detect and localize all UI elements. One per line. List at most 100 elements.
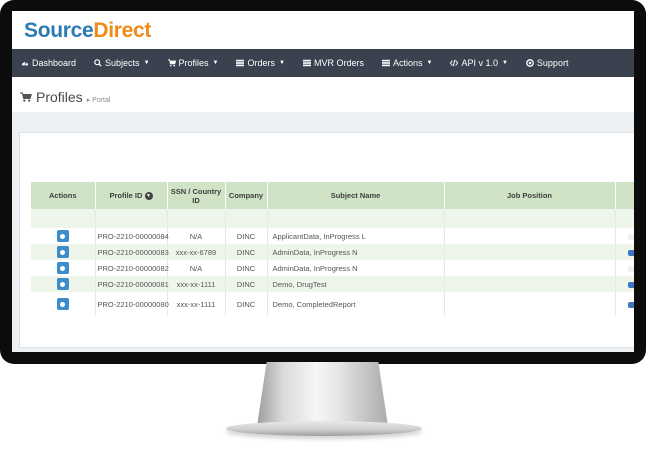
nav-actions[interactable]: Actions ▼ <box>373 49 441 77</box>
nav-orders[interactable]: Orders ▼ <box>227 49 293 77</box>
col-header-profile-id[interactable]: Profile ID ▼ <box>95 182 168 209</box>
row-status-button[interactable] <box>628 233 634 240</box>
company-cell: DINC <box>225 244 268 260</box>
view-icon <box>60 249 66 255</box>
nav-label: Orders <box>247 58 275 68</box>
brand-logo[interactable]: SourceDirect <box>24 19 151 43</box>
subject-cell: ApplicantData, InProgress L <box>267 228 445 244</box>
subject-cell: Demo, DrugTest <box>267 276 445 292</box>
nav-mvr-orders[interactable]: MVR Orders <box>294 49 373 77</box>
filter-cell[interactable] <box>167 209 226 228</box>
monitor-stand-base <box>226 421 422 436</box>
col-header-actions: Actions <box>31 182 96 209</box>
view-icon <box>60 233 66 239</box>
nav-support[interactable]: Support <box>517 49 578 77</box>
nav-label: Profiles <box>178 58 209 68</box>
filter-row <box>31 209 634 228</box>
cut-cell <box>615 228 634 244</box>
code-icon <box>450 59 459 67</box>
job-cell <box>444 260 616 276</box>
page-title: Profiles <box>36 89 83 105</box>
company-cell: DINC <box>225 260 268 276</box>
cut-cell <box>615 276 634 292</box>
job-cell <box>444 244 616 260</box>
company-cell: DINC <box>225 276 268 292</box>
subject-cell: Demo, CompletedReport <box>267 292 445 316</box>
row-status-button[interactable] <box>628 249 634 256</box>
search-icon <box>94 59 102 67</box>
profiles-table: Actions Profile ID ▼ SSN / Country ID Co… <box>31 182 634 316</box>
company-cell: DINC <box>225 228 268 244</box>
list-icon <box>302 59 311 67</box>
view-icon <box>60 301 66 307</box>
profile-id-cell[interactable]: PRO-2210-00000080 <box>95 292 169 316</box>
profile-id-cell[interactable]: PRO-2210-00000084 <box>95 228 169 244</box>
actions-cell <box>31 292 96 316</box>
caret-down-icon: ▼ <box>279 60 285 66</box>
row-action-button[interactable] <box>56 246 69 258</box>
filter-cell[interactable] <box>95 209 168 228</box>
ssn-cell: N/A <box>167 260 226 276</box>
subject-cell: AdminData, InProgress N <box>267 260 445 276</box>
cut-cell <box>615 244 634 260</box>
row-status-button[interactable] <box>628 301 634 308</box>
row-action-button[interactable] <box>56 298 69 310</box>
ssn-cell: N/A <box>167 228 226 244</box>
col-header-ssn: SSN / Country ID <box>167 182 226 209</box>
monitor-stand-neck <box>257 362 388 424</box>
page-subtitle: ▸ Portal <box>86 97 111 104</box>
list-icon <box>381 59 390 67</box>
actions-cell <box>31 244 96 260</box>
job-cell <box>444 228 616 244</box>
ssn-cell: xxx-xx-1111 <box>167 276 226 292</box>
nav-api[interactable]: API v 1.0 ▼ <box>441 49 516 77</box>
nav-label: Actions <box>392 58 423 68</box>
actions-cell <box>31 228 96 244</box>
row-status-button[interactable] <box>628 281 634 288</box>
view-icon <box>60 265 66 271</box>
row-action-button[interactable] <box>56 230 69 242</box>
caret-down-icon: ▼ <box>426 60 433 66</box>
nav-label: MVR Orders <box>313 58 364 68</box>
nav-label: Subjects <box>105 58 140 68</box>
table-row[interactable]: PRO-2210-00000083 xxx-xx-6789 DINC Admin… <box>31 244 634 260</box>
caret-down-icon: ▼ <box>501 60 508 66</box>
nav-label: Support <box>536 58 569 68</box>
sort-down-icon[interactable]: ▼ <box>144 192 153 200</box>
logo-text-direct: Direct <box>93 19 152 42</box>
profile-id-cell[interactable]: PRO-2210-00000081 <box>95 276 169 292</box>
dashboard-icon <box>21 61 29 66</box>
filter-cell <box>31 209 96 228</box>
cut-cell <box>615 292 634 316</box>
filter-cell[interactable] <box>267 209 445 228</box>
profile-id-cell[interactable]: PRO-2210-00000083 <box>95 244 169 260</box>
cut-cell <box>615 260 634 276</box>
page-header: Profiles ▸ Portal <box>20 89 110 105</box>
logo-text-source: Source <box>24 19 94 42</box>
filter-cell <box>615 209 634 228</box>
profile-id-cell[interactable]: PRO-2210-00000082 <box>95 260 169 276</box>
ssn-cell: xxx-xx-1111 <box>167 292 226 316</box>
table-row[interactable]: PRO-2210-00000084 N/A DINC ApplicantData… <box>31 228 634 244</box>
table-row[interactable]: PRO-2210-00000081 xxx-xx-1111 DINC Demo,… <box>31 276 634 292</box>
nav-dashboard[interactable]: Dashboard <box>12 49 85 77</box>
table-header-row: Actions Profile ID ▼ SSN / Country ID Co… <box>31 182 634 209</box>
monitor-frame: SourceDirect Dashboard Subjects ▼ Profil… <box>0 0 646 364</box>
col-header-company: Company <box>225 182 268 209</box>
job-cell <box>444 276 616 292</box>
row-status-button[interactable] <box>628 265 634 272</box>
app-screen: SourceDirect Dashboard Subjects ▼ Profil… <box>12 11 634 352</box>
filter-cell[interactable] <box>225 209 268 228</box>
row-action-button[interactable] <box>56 262 69 274</box>
nav-subjects[interactable]: Subjects ▼ <box>85 49 158 77</box>
ssn-cell: xxx-xx-6789 <box>167 244 226 260</box>
nav-profiles[interactable]: Profiles ▼ <box>159 49 228 77</box>
company-cell: DINC <box>225 292 268 316</box>
filter-cell[interactable] <box>444 209 616 228</box>
actions-cell <box>31 276 96 292</box>
table-row[interactable]: PRO-2210-00000082 N/A DINC AdminData, In… <box>31 260 634 276</box>
table-row[interactable]: PRO-2210-00000080 xxx-xx-1111 DINC Demo,… <box>31 292 634 316</box>
row-action-button[interactable] <box>56 278 69 290</box>
page-subtitle-text: Portal <box>92 97 111 104</box>
col-header-subject: Subject Name <box>267 182 445 209</box>
